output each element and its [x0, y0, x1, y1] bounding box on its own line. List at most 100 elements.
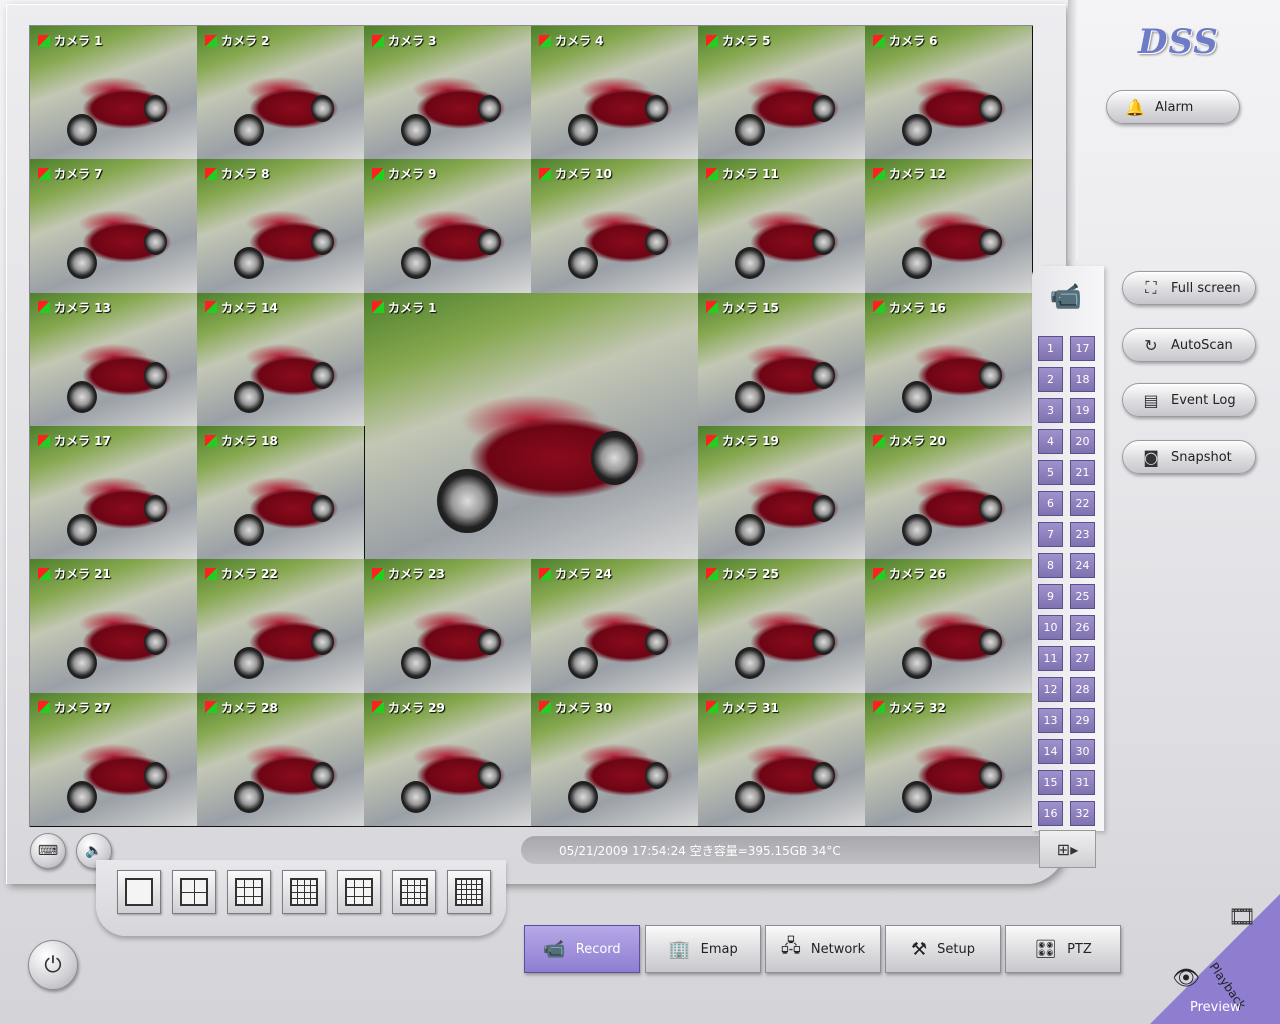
- layout-toggle-button[interactable]: ⊞▸: [1039, 830, 1096, 868]
- camera-feed-tile[interactable]: カメラ 12: [865, 159, 1033, 294]
- camera-feed-tile[interactable]: カメラ 13: [30, 292, 198, 427]
- camera-select-button[interactable]: 20: [1070, 429, 1095, 454]
- event-log-button[interactable]: ▤ Event Log: [1122, 383, 1256, 417]
- layout-16-button[interactable]: [282, 870, 326, 914]
- camera-select-button[interactable]: 10: [1038, 615, 1063, 640]
- camera-select-button[interactable]: 18: [1070, 367, 1095, 392]
- camera-feed-tile[interactable]: カメラ 30: [531, 692, 699, 827]
- camera-feed-tile[interactable]: カメラ 24: [531, 559, 699, 694]
- camera-select-button[interactable]: 29: [1070, 708, 1095, 733]
- power-button[interactable]: ⏻: [28, 940, 78, 990]
- camera-select-button[interactable]: 23: [1070, 522, 1095, 547]
- camera-feed-tile[interactable]: カメラ 28: [197, 692, 365, 827]
- camera-feed-tile[interactable]: カメラ 23: [364, 559, 532, 694]
- car-wheel: [901, 380, 932, 413]
- autoscan-button[interactable]: ↻ AutoScan: [1122, 328, 1256, 362]
- camera-feed-tile[interactable]: カメラ 1: [30, 26, 198, 161]
- camera-select-button[interactable]: 2: [1038, 367, 1063, 392]
- camera-feed-tile[interactable]: カメラ 5: [698, 26, 866, 161]
- alarm-button[interactable]: 🔔 Alarm: [1106, 90, 1240, 124]
- camera-select-button[interactable]: 21: [1070, 460, 1095, 485]
- camera-feed-tile[interactable]: カメラ 14: [197, 292, 365, 427]
- camera-select-button[interactable]: 13: [1038, 708, 1063, 733]
- camera-feed-tile[interactable]: カメラ 31: [698, 692, 866, 827]
- snapshot-button[interactable]: ◙ Snapshot: [1122, 440, 1256, 474]
- layout-6-button[interactable]: [337, 870, 381, 914]
- camera-feed-tile[interactable]: カメラ 32: [865, 692, 1033, 827]
- preview-mode-button[interactable]: Preview: [1190, 1000, 1241, 1015]
- camera-select-button[interactable]: 28: [1070, 677, 1095, 702]
- camera-select-button[interactable]: 15: [1038, 770, 1063, 795]
- camera-select-button[interactable]: 25: [1070, 584, 1095, 609]
- camera-select-button[interactable]: 27: [1070, 646, 1095, 671]
- camera-select-button[interactable]: 7: [1038, 522, 1063, 547]
- camera-select-button[interactable]: 6: [1038, 491, 1063, 516]
- camera-select-button[interactable]: 3: [1038, 398, 1063, 423]
- emap-tab[interactable]: 🏢 Emap: [645, 925, 761, 973]
- camera-feed-tile[interactable]: カメラ 17: [30, 426, 198, 561]
- camera-feed-tile[interactable]: カメラ 9: [364, 159, 532, 294]
- layout-4-button[interactable]: [172, 870, 216, 914]
- camera-feed-tile[interactable]: カメラ 26: [865, 559, 1033, 694]
- camera-select-button[interactable]: 4: [1038, 429, 1063, 454]
- network-tab[interactable]: 🖧 Network: [765, 925, 881, 973]
- car-wheel: [233, 780, 264, 813]
- camera-select-button[interactable]: 9: [1038, 584, 1063, 609]
- car-wheel: [567, 113, 598, 146]
- camera-label: カメラ 6: [873, 32, 938, 49]
- camera-feed-tile[interactable]: カメラ 4: [531, 26, 699, 161]
- camera-feed-tile[interactable]: カメラ 27: [30, 692, 198, 827]
- camera-feed-tile[interactable]: カメラ 2: [197, 26, 365, 161]
- camera-select-button[interactable]: 24: [1070, 553, 1095, 578]
- layout-1-button[interactable]: [117, 870, 161, 914]
- camera-select-button[interactable]: 12: [1038, 677, 1063, 702]
- camera-name: カメラ 27: [54, 700, 111, 715]
- camera-feed-enlarged[interactable]: カメラ 1: [364, 292, 699, 561]
- film-reel-icon: 🎞: [1228, 905, 1256, 930]
- car-wheel: [143, 495, 167, 522]
- recording-status-icon: [873, 434, 885, 447]
- camera-feed-tile[interactable]: カメラ 15: [698, 292, 866, 427]
- camera-feed-tile[interactable]: カメラ 22: [197, 559, 365, 694]
- camera-label: カメラ 8: [205, 165, 270, 182]
- car-wheel: [978, 361, 1002, 389]
- camera-feed-tile[interactable]: カメラ 21: [30, 559, 198, 694]
- layout-9-button[interactable]: [227, 870, 271, 914]
- camera-feed-tile[interactable]: カメラ 29: [364, 692, 532, 827]
- camera-select-button[interactable]: 14: [1038, 739, 1063, 764]
- camera-select-button[interactable]: 1: [1038, 336, 1063, 361]
- camera-feed-tile[interactable]: カメラ 11: [698, 159, 866, 294]
- camera-feed-tile[interactable]: カメラ 16: [865, 292, 1033, 427]
- car-wheel: [811, 495, 835, 522]
- layout-13-button[interactable]: [447, 870, 491, 914]
- camera-select-button[interactable]: 11: [1038, 646, 1063, 671]
- camera-feed-tile[interactable]: カメラ 25: [698, 559, 866, 694]
- camera-select-button[interactable]: 31: [1070, 770, 1095, 795]
- camera-select-button[interactable]: 8: [1038, 553, 1063, 578]
- camera-select-button[interactable]: 16: [1038, 801, 1063, 826]
- camera-feed-tile[interactable]: カメラ 20: [865, 426, 1033, 561]
- camera-select-button[interactable]: 32: [1070, 801, 1095, 826]
- setup-tab[interactable]: ⚒ Setup: [885, 925, 1001, 973]
- camera-feed-tile[interactable]: カメラ 19: [698, 426, 866, 561]
- alarm-label: Alarm: [1155, 99, 1194, 115]
- camera-feed-tile[interactable]: カメラ 18: [197, 426, 365, 561]
- camera-select-button[interactable]: 22: [1070, 491, 1095, 516]
- camera-select-button[interactable]: 19: [1070, 398, 1095, 423]
- car-wheel: [310, 95, 334, 122]
- camera-feed-tile[interactable]: カメラ 8: [197, 159, 365, 294]
- recording-status-icon: [873, 701, 885, 714]
- camera-feed-tile[interactable]: カメラ 3: [364, 26, 532, 161]
- camera-feed-tile[interactable]: カメラ 10: [531, 159, 699, 294]
- layout-8-button[interactable]: [392, 870, 436, 914]
- ptz-tab[interactable]: 🎛 PTZ: [1005, 925, 1121, 973]
- record-tab[interactable]: 📹 Record: [524, 925, 640, 973]
- camera-feed-tile[interactable]: カメラ 6: [865, 26, 1033, 161]
- camera-feed-tile[interactable]: カメラ 7: [30, 159, 198, 294]
- full-screen-button[interactable]: ⛶ Full screen: [1122, 271, 1256, 305]
- keyboard-button[interactable]: ⌨: [30, 833, 66, 869]
- camera-select-button[interactable]: 5: [1038, 460, 1063, 485]
- camera-select-button[interactable]: 17: [1070, 336, 1095, 361]
- camera-select-button[interactable]: 26: [1070, 615, 1095, 640]
- camera-select-button[interactable]: 30: [1070, 739, 1095, 764]
